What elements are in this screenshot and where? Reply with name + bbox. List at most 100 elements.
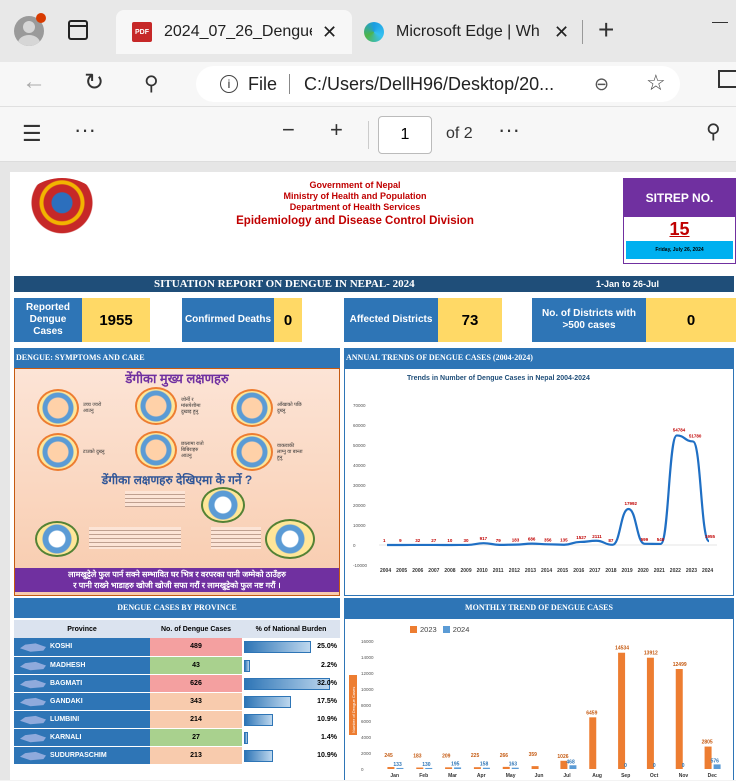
kpi-label: Confirmed Deaths bbox=[182, 298, 274, 342]
url-text[interactable]: C:/Users/DellH96/Desktop/20... bbox=[304, 74, 594, 95]
data-label: 135 bbox=[560, 538, 568, 543]
favorite-star-icon[interactable]: ☆ bbox=[646, 70, 666, 96]
advice-text bbox=[89, 527, 181, 549]
data-label-2023: 209 bbox=[442, 753, 451, 759]
x-tick-label: May bbox=[506, 773, 516, 779]
data-label-2024: 163 bbox=[509, 762, 518, 768]
x-tick-label: 2007 bbox=[428, 568, 439, 574]
province-map-icon bbox=[20, 679, 46, 689]
province-label: MADHESH bbox=[50, 661, 86, 669]
symptom-illustration bbox=[37, 389, 79, 427]
address-bar[interactable]: i File C:/Users/DellH96/Desktop/20... ⊖ … bbox=[196, 66, 680, 102]
province-burden: 25.0% bbox=[242, 638, 340, 657]
url-divider bbox=[289, 74, 291, 94]
kpi-value: 0 bbox=[646, 298, 736, 342]
sitrep-number: 15 bbox=[669, 219, 690, 239]
province-cases: 489 bbox=[150, 638, 242, 657]
bar-2024 bbox=[425, 767, 433, 769]
symptoms-footer: लामखुट्टेले फुल पार्न सक्ने सम्भावित घर … bbox=[15, 568, 339, 592]
y-tick-label: 4000 bbox=[361, 735, 372, 740]
bar-2024 bbox=[713, 764, 721, 769]
new-tab-icon[interactable]: + bbox=[598, 14, 614, 46]
what-to-do-heading: डेंगीका लक्षणहरु देखिएमा के गर्ने ? bbox=[101, 473, 253, 487]
zoom-out-icon[interactable]: ⊖ bbox=[594, 74, 609, 95]
data-label-2024: 468 bbox=[566, 759, 575, 765]
data-label: 183 bbox=[512, 538, 520, 543]
info-icon[interactable]: i bbox=[220, 75, 238, 93]
data-label: 917 bbox=[480, 536, 488, 541]
tab-title: 2024_07_26_Dengue bbox=[164, 23, 312, 40]
burden-label: 10.9% bbox=[317, 751, 337, 759]
data-label: 2111 bbox=[592, 534, 602, 539]
gov-line: Ministry of Health and Population bbox=[283, 191, 427, 201]
bar-2023 bbox=[445, 767, 453, 769]
burden-bar bbox=[244, 713, 273, 726]
kpi-deaths: Confirmed Deaths 0 bbox=[182, 298, 302, 342]
tab-pdf-document[interactable]: PDF 2024_07_26_Dengue ✕ bbox=[116, 10, 352, 54]
symptoms-heading: डेंगीका मुख्य लक्षणहरु bbox=[125, 371, 229, 386]
close-tab-icon[interactable]: ✕ bbox=[322, 22, 337, 43]
province-map-icon bbox=[20, 733, 46, 743]
province-label: GANDAKI bbox=[50, 697, 83, 705]
zoom-in-button[interactable]: + bbox=[330, 117, 343, 143]
refresh-icon[interactable]: ↻ bbox=[84, 68, 104, 97]
edge-icon bbox=[364, 22, 384, 42]
symptoms-panel: डेंगीका मुख्य लक्षणहरु उच्च ज्वरो आउनु ज… bbox=[14, 368, 340, 596]
split-screen-icon[interactable] bbox=[718, 70, 736, 88]
y-tick-label: 10000 bbox=[353, 523, 366, 528]
pdf-viewer: Government of Nepal Ministry of Health a… bbox=[0, 162, 736, 780]
x-tick-label: 2021 bbox=[654, 568, 665, 574]
y-tick-label: 60000 bbox=[353, 423, 366, 428]
burden-bar bbox=[244, 749, 273, 762]
find-icon[interactable]: ⚲ bbox=[706, 119, 721, 144]
monthly-header: MONTHLY TREND OF DENGUE CASES bbox=[344, 598, 734, 618]
medicine-illustration bbox=[35, 521, 79, 557]
report-title: SITUATION REPORT ON DENGUE IN NEPAL- 202… bbox=[154, 278, 415, 290]
address-bar-row: ← ↻ ⚲ i File C:/Users/DellH96/Desktop/20… bbox=[0, 62, 736, 106]
symptom-item: वाकवाकी लाग्नु वा बान्ता हुनु bbox=[231, 433, 303, 471]
data-label-2024: 576 bbox=[711, 758, 720, 764]
search-icon[interactable]: ⚲ bbox=[144, 71, 159, 96]
x-tick-label: 2005 bbox=[396, 568, 407, 574]
contents-icon[interactable]: ☰ bbox=[22, 121, 42, 147]
tab-actions-icon[interactable] bbox=[68, 20, 88, 40]
more-options-icon[interactable]: ··· bbox=[498, 117, 520, 143]
province-cases: 213 bbox=[150, 746, 242, 765]
bar-2024 bbox=[454, 767, 462, 769]
bar-2024 bbox=[482, 767, 490, 769]
symptom-text: टाउको दुख्नु bbox=[83, 449, 105, 455]
tab-edge[interactable]: Microsoft Edge | Wh ✕ bbox=[358, 10, 584, 54]
province-label: KOSHI bbox=[50, 643, 73, 651]
page-number-input[interactable]: 1 bbox=[378, 116, 432, 154]
annual-chart-panel: Trends in Number of Dengue Cases in Nepa… bbox=[344, 368, 734, 596]
burden-label: 10.9% bbox=[317, 715, 337, 723]
back-icon[interactable]: ← bbox=[22, 68, 46, 96]
more-icon[interactable]: ··· bbox=[74, 117, 96, 143]
x-tick-label: Nov bbox=[679, 773, 689, 779]
y-tick-label: 0 bbox=[361, 767, 364, 772]
table-row: MADHESH 43 2.2% bbox=[14, 656, 340, 675]
tab-strip: PDF 2024_07_26_Dengue ✕ Microsoft Edge |… bbox=[0, 0, 736, 62]
province-cases: 626 bbox=[150, 674, 242, 693]
kpi-reported: Reported Dengue Cases 1955 bbox=[14, 298, 150, 342]
tab-title: Microsoft Edge | Wh bbox=[396, 23, 540, 40]
bar-2023 bbox=[646, 657, 654, 769]
minimize-icon[interactable] bbox=[712, 22, 728, 23]
close-tab-icon[interactable]: ✕ bbox=[554, 22, 569, 43]
province-map-icon bbox=[20, 661, 46, 671]
data-label-2024: 0 bbox=[682, 763, 685, 769]
province-burden: 32.0% bbox=[242, 674, 340, 693]
province-name: GANDAKI bbox=[14, 692, 150, 711]
y-tick-label: 40000 bbox=[353, 463, 366, 468]
province-cases: 214 bbox=[150, 710, 242, 729]
data-label-2023: 6459 bbox=[586, 710, 597, 716]
symptom-illustration bbox=[135, 431, 177, 469]
x-tick-label: 2016 bbox=[573, 568, 584, 574]
data-label-2023: 245 bbox=[384, 753, 393, 759]
zoom-out-button[interactable]: − bbox=[282, 117, 295, 143]
x-tick-label: 2014 bbox=[541, 568, 552, 574]
symptom-item: आँखाको पछि दुख्नु bbox=[231, 389, 303, 427]
bar-2023 bbox=[589, 717, 597, 769]
burden-label: 25.0% bbox=[317, 643, 337, 651]
symptom-illustration bbox=[231, 389, 273, 427]
